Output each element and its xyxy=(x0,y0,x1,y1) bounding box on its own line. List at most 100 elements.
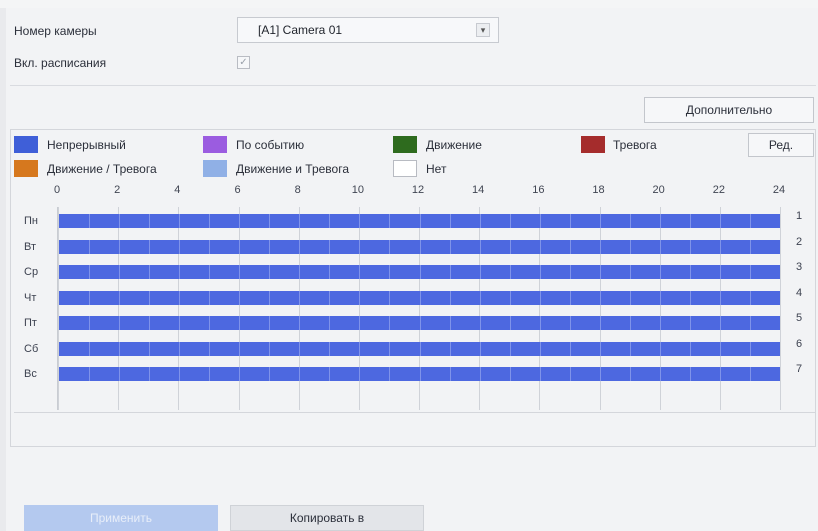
hour-separator xyxy=(329,239,331,254)
hour-separator xyxy=(149,290,151,305)
day-label: Пт xyxy=(24,317,37,329)
legend-swatch[interactable] xyxy=(203,160,227,177)
legend-swatch[interactable] xyxy=(393,160,417,177)
hour-separator xyxy=(749,316,751,330)
hour-separator xyxy=(599,239,601,254)
hour-separator xyxy=(659,367,661,381)
hour-separator xyxy=(719,316,721,330)
hour-separator xyxy=(449,214,451,228)
hour-separator xyxy=(329,214,331,228)
hour-separator xyxy=(539,316,541,330)
hour-separator xyxy=(149,214,151,228)
hour-separator xyxy=(269,290,271,305)
hour-separator xyxy=(479,239,481,254)
legend-label: Нет xyxy=(426,162,447,176)
day-label: Ср xyxy=(24,266,39,278)
camera-number-label: Номер камеры xyxy=(14,24,97,38)
legend-swatch[interactable] xyxy=(581,136,605,153)
hour-separator xyxy=(689,214,691,228)
row-number: 1 xyxy=(796,210,803,222)
hour-separator xyxy=(539,265,541,279)
hour-separator xyxy=(539,239,541,254)
hour-separator xyxy=(569,316,571,330)
hour-tick-label: 18 xyxy=(592,184,605,196)
hour-separator xyxy=(479,367,481,381)
hour-separator xyxy=(419,214,421,228)
hour-separator xyxy=(569,214,571,228)
hour-separator xyxy=(269,316,271,330)
hour-separator xyxy=(239,214,241,228)
hour-separator xyxy=(719,341,721,356)
advanced-button[interactable]: Дополнительно xyxy=(644,97,814,123)
enable-schedule-checkbox[interactable]: ✓ xyxy=(237,56,250,69)
hour-separator xyxy=(89,290,91,305)
hour-separator xyxy=(359,265,361,279)
hour-separator xyxy=(329,341,331,356)
hour-separator xyxy=(479,265,481,279)
hour-separator xyxy=(389,265,391,279)
hour-separator xyxy=(449,316,451,330)
hour-separator xyxy=(509,214,511,228)
hour-separator xyxy=(479,214,481,228)
legend-swatch[interactable] xyxy=(14,160,38,177)
hour-tick-label: 4 xyxy=(174,184,181,196)
schedule-bar[interactable] xyxy=(59,265,780,279)
chevron-down-icon[interactable]: ▾ xyxy=(476,23,490,37)
hour-separator xyxy=(389,239,391,254)
legend-swatch[interactable] xyxy=(393,136,417,153)
hour-separator xyxy=(119,290,121,305)
camera-select[interactable]: [A1] Camera 01 ▾ xyxy=(237,17,499,43)
edit-button[interactable]: Ред. xyxy=(748,133,814,157)
legend-label: Движение xyxy=(426,138,482,152)
hour-separator xyxy=(389,316,391,330)
hour-separator xyxy=(509,265,511,279)
hour-separator xyxy=(269,265,271,279)
copy-to-button[interactable]: Копировать в xyxy=(230,505,424,531)
hour-separator xyxy=(149,265,151,279)
legend-swatch[interactable] xyxy=(203,136,227,153)
legend-label: По событию xyxy=(236,138,305,152)
enable-schedule-label: Вкл. расписания xyxy=(14,56,107,70)
schedule-bar[interactable] xyxy=(59,290,780,305)
hour-separator xyxy=(419,265,421,279)
hour-separator xyxy=(209,316,211,330)
hour-separator xyxy=(149,341,151,356)
hour-separator xyxy=(359,290,361,305)
hour-separator xyxy=(539,341,541,356)
hour-separator xyxy=(269,341,271,356)
schedule-bar[interactable] xyxy=(59,214,780,228)
apply-button[interactable]: Применить xyxy=(24,505,218,531)
schedule-bar[interactable] xyxy=(59,367,780,381)
hour-separator xyxy=(749,239,751,254)
hour-tick-label: 6 xyxy=(234,184,241,196)
grid-line xyxy=(780,207,781,410)
hour-separator xyxy=(209,214,211,228)
legend-label: Движение и Тревога xyxy=(236,162,349,176)
hour-separator xyxy=(179,316,181,330)
hour-separator xyxy=(239,341,241,356)
schedule-bar[interactable] xyxy=(59,341,780,356)
row-number: 5 xyxy=(796,312,803,324)
day-label: Пн xyxy=(24,215,38,227)
schedule-bar[interactable] xyxy=(59,316,780,330)
hour-separator xyxy=(569,341,571,356)
hour-separator xyxy=(239,265,241,279)
hour-tick-label: 20 xyxy=(652,184,665,196)
hour-tick-label: 12 xyxy=(411,184,425,196)
divider xyxy=(10,85,816,86)
hour-separator xyxy=(209,265,211,279)
hour-tick-label: 16 xyxy=(532,184,545,196)
hour-separator xyxy=(299,290,301,305)
schedule-bar[interactable] xyxy=(59,239,780,254)
schedule-grid[interactable] xyxy=(57,207,781,410)
hour-separator xyxy=(539,290,541,305)
hour-separator xyxy=(119,316,121,330)
hour-separator xyxy=(209,239,211,254)
row-number: 6 xyxy=(796,337,803,350)
legend-swatch[interactable] xyxy=(14,136,38,153)
hour-separator xyxy=(629,265,631,279)
hour-separator xyxy=(119,239,121,254)
hour-separator xyxy=(599,290,601,305)
legend-label: Тревога xyxy=(613,138,657,152)
hour-separator xyxy=(599,316,601,330)
